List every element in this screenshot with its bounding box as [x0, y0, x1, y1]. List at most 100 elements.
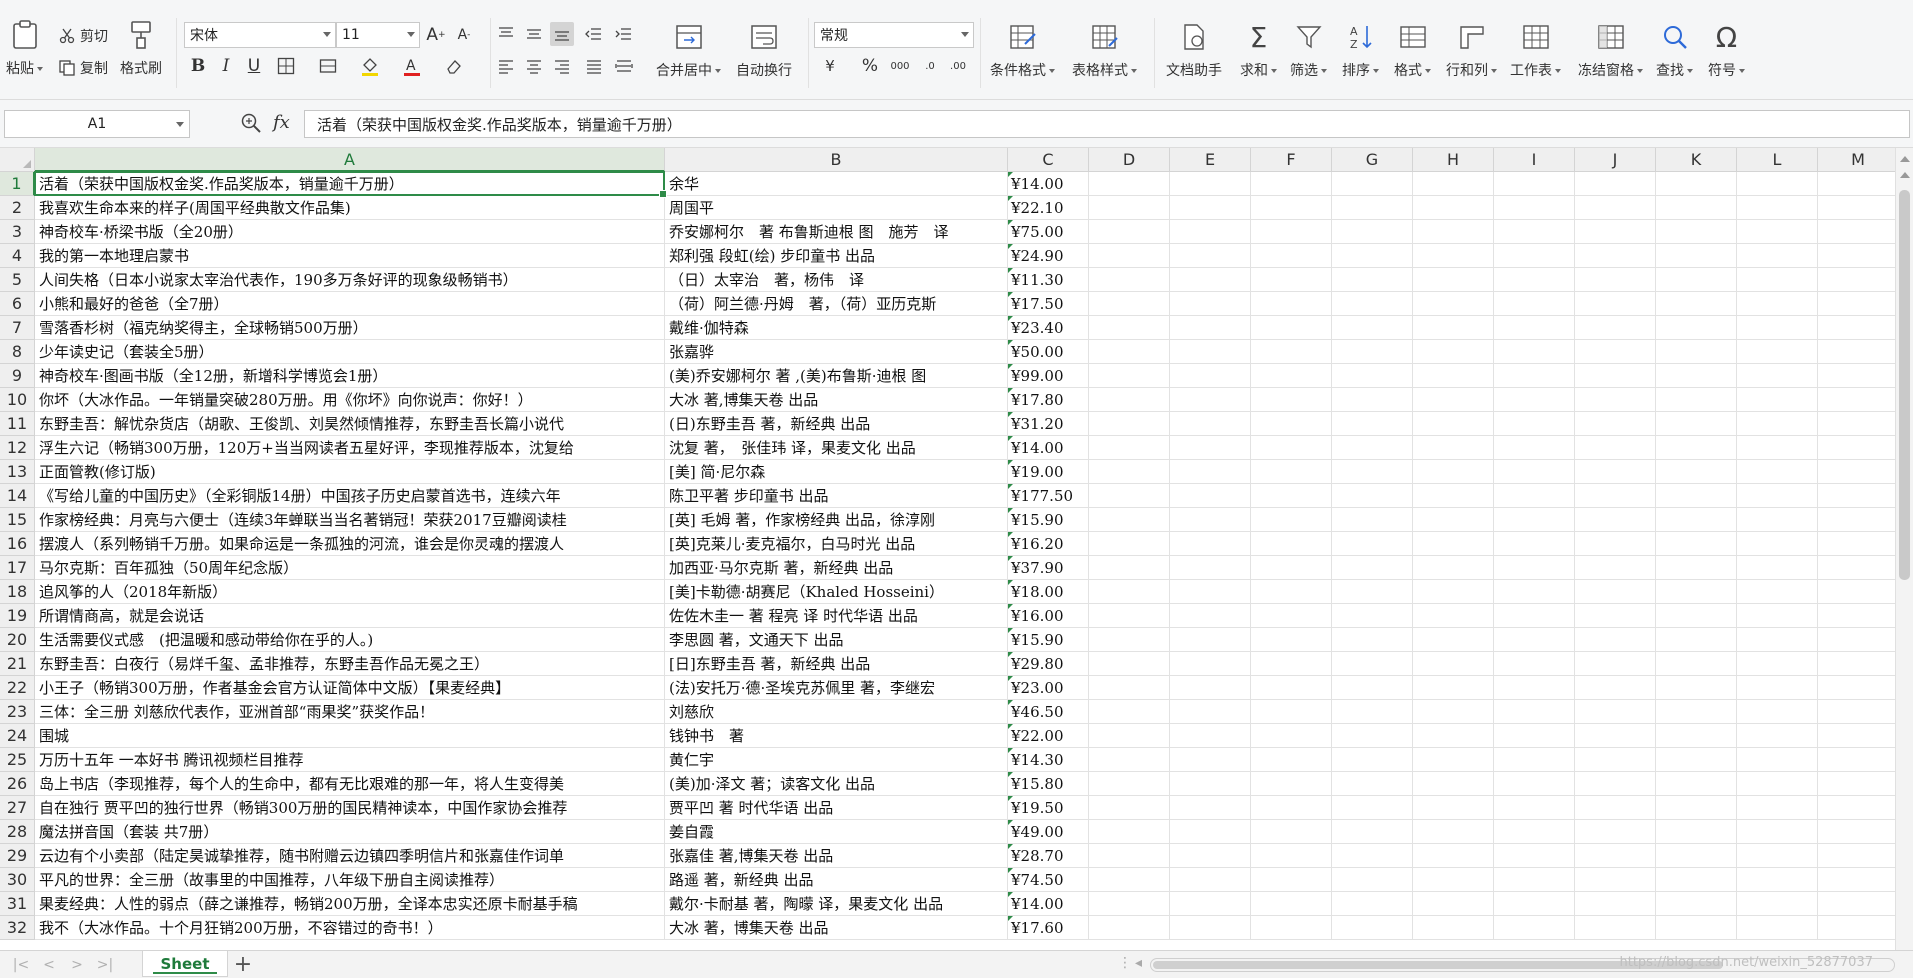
cell-l17[interactable] — [1737, 556, 1818, 580]
cell-g19[interactable] — [1332, 604, 1413, 628]
cell-c24[interactable]: ¥22.00 — [1008, 724, 1089, 748]
percent-icon[interactable]: % — [858, 54, 882, 78]
cell-d20[interactable] — [1089, 628, 1170, 652]
align-bottom-icon[interactable] — [550, 22, 574, 46]
column-header-f[interactable]: F — [1251, 148, 1332, 172]
cell-i7[interactable] — [1494, 316, 1575, 340]
cell-j2[interactable] — [1575, 196, 1656, 220]
cell-j8[interactable] — [1575, 340, 1656, 364]
row-header[interactable]: 27 — [0, 796, 35, 820]
cell-g3[interactable] — [1332, 220, 1413, 244]
cell-c32[interactable]: ¥17.60 — [1008, 916, 1089, 940]
cell-l21[interactable] — [1737, 652, 1818, 676]
cell-g28[interactable] — [1332, 820, 1413, 844]
cell-c1[interactable]: ¥14.00 — [1008, 172, 1089, 196]
cell-m13[interactable] — [1818, 460, 1899, 484]
cell-g26[interactable] — [1332, 772, 1413, 796]
cell-h25[interactable] — [1413, 748, 1494, 772]
row-header[interactable]: 13 — [0, 460, 35, 484]
cell-k23[interactable] — [1656, 700, 1737, 724]
cell-j26[interactable] — [1575, 772, 1656, 796]
cell-a25[interactable]: 万历十五年 一本好书 腾讯视频栏目推荐 — [35, 748, 665, 772]
cell-d6[interactable] — [1089, 292, 1170, 316]
cell-c11[interactable]: ¥31.20 — [1008, 412, 1089, 436]
find-button[interactable]: 查找 — [1656, 22, 1693, 80]
prev-sheet-icon[interactable]: < — [40, 957, 58, 973]
cell-g10[interactable] — [1332, 388, 1413, 412]
cell-a32[interactable]: 我不（大冰作品。十个月狂销200万册，不容错过的奇书！） — [35, 916, 665, 940]
table-style-button[interactable]: 表格样式 — [1072, 22, 1137, 80]
cell-d13[interactable] — [1089, 460, 1170, 484]
select-all-corner[interactable] — [0, 148, 35, 172]
cell-j1[interactable] — [1575, 172, 1656, 196]
cell-b13[interactable]: [美] 简·尼尔森 — [665, 460, 1008, 484]
cell-d28[interactable] — [1089, 820, 1170, 844]
cell-f4[interactable] — [1251, 244, 1332, 268]
cell-j12[interactable] — [1575, 436, 1656, 460]
cell-k16[interactable] — [1656, 532, 1737, 556]
copy-button[interactable]: 复制 — [58, 58, 108, 78]
cell-m9[interactable] — [1818, 364, 1899, 388]
cell-l20[interactable] — [1737, 628, 1818, 652]
sort-button[interactable]: AZ 排序 — [1342, 22, 1379, 80]
cell-m16[interactable] — [1818, 532, 1899, 556]
cell-k7[interactable] — [1656, 316, 1737, 340]
cell-a4[interactable]: 我的第一本地理启蒙书 — [35, 244, 665, 268]
cell-j18[interactable] — [1575, 580, 1656, 604]
cell-h14[interactable] — [1413, 484, 1494, 508]
cell-a17[interactable]: 马尔克斯：百年孤独（50周年纪念版） — [35, 556, 665, 580]
cell-m15[interactable] — [1818, 508, 1899, 532]
cell-j10[interactable] — [1575, 388, 1656, 412]
currency-icon[interactable]: ¥ — [818, 54, 842, 78]
wrap-text-button[interactable]: 自动换行 — [736, 22, 792, 80]
cell-k5[interactable] — [1656, 268, 1737, 292]
cell-f27[interactable] — [1251, 796, 1332, 820]
cell-i28[interactable] — [1494, 820, 1575, 844]
next-sheet-icon[interactable]: > — [68, 957, 86, 973]
cell-e22[interactable] — [1170, 676, 1251, 700]
cell-d21[interactable] — [1089, 652, 1170, 676]
cell-i31[interactable] — [1494, 892, 1575, 916]
cell-b22[interactable]: (法)安托万·德·圣埃克苏佩里 著，李继宏 — [665, 676, 1008, 700]
cell-f18[interactable] — [1251, 580, 1332, 604]
cell-f10[interactable] — [1251, 388, 1332, 412]
cell-g32[interactable] — [1332, 916, 1413, 940]
cell-d26[interactable] — [1089, 772, 1170, 796]
cell-k28[interactable] — [1656, 820, 1737, 844]
row-col-button[interactable]: 行和列 — [1446, 22, 1497, 80]
cell-c28[interactable]: ¥49.00 — [1008, 820, 1089, 844]
cell-m1[interactable] — [1818, 172, 1899, 196]
cell-e10[interactable] — [1170, 388, 1251, 412]
align-middle-icon[interactable] — [522, 22, 546, 46]
row-header[interactable]: 8 — [0, 340, 35, 364]
cell-h16[interactable] — [1413, 532, 1494, 556]
row-header[interactable]: 23 — [0, 700, 35, 724]
cell-i5[interactable] — [1494, 268, 1575, 292]
cell-k24[interactable] — [1656, 724, 1737, 748]
cell-l29[interactable] — [1737, 844, 1818, 868]
decrease-font-icon[interactable]: A- — [452, 23, 476, 47]
column-header-i[interactable]: I — [1494, 148, 1575, 172]
cell-b9[interactable]: (美)乔安娜柯尔 著 ,(美)布鲁斯·迪根 图 — [665, 364, 1008, 388]
row-header[interactable]: 26 — [0, 772, 35, 796]
merge-center-button[interactable]: 合并居中 — [656, 22, 721, 80]
cell-h10[interactable] — [1413, 388, 1494, 412]
cell-i10[interactable] — [1494, 388, 1575, 412]
column-header-b[interactable]: B — [665, 148, 1008, 172]
cell-k26[interactable] — [1656, 772, 1737, 796]
cell-c15[interactable]: ¥15.90 — [1008, 508, 1089, 532]
decrease-decimal-icon[interactable]: .00 — [946, 54, 970, 78]
bold-icon[interactable]: B — [186, 54, 210, 78]
cell-d5[interactable] — [1089, 268, 1170, 292]
cell-b7[interactable]: 戴维·伽特森 — [665, 316, 1008, 340]
cell-m26[interactable] — [1818, 772, 1899, 796]
cell-a11[interactable]: 东野圭吾：解忧杂货店（胡歌、王俊凯、刘昊然倾情推荐，东野圭吾长篇小说代 — [35, 412, 665, 436]
row-header[interactable]: 12 — [0, 436, 35, 460]
cell-h22[interactable] — [1413, 676, 1494, 700]
cell-e4[interactable] — [1170, 244, 1251, 268]
column-header-c[interactable]: C — [1008, 148, 1089, 172]
cell-k13[interactable] — [1656, 460, 1737, 484]
cell-i32[interactable] — [1494, 916, 1575, 940]
justify-icon[interactable] — [582, 54, 606, 78]
cell-d3[interactable] — [1089, 220, 1170, 244]
